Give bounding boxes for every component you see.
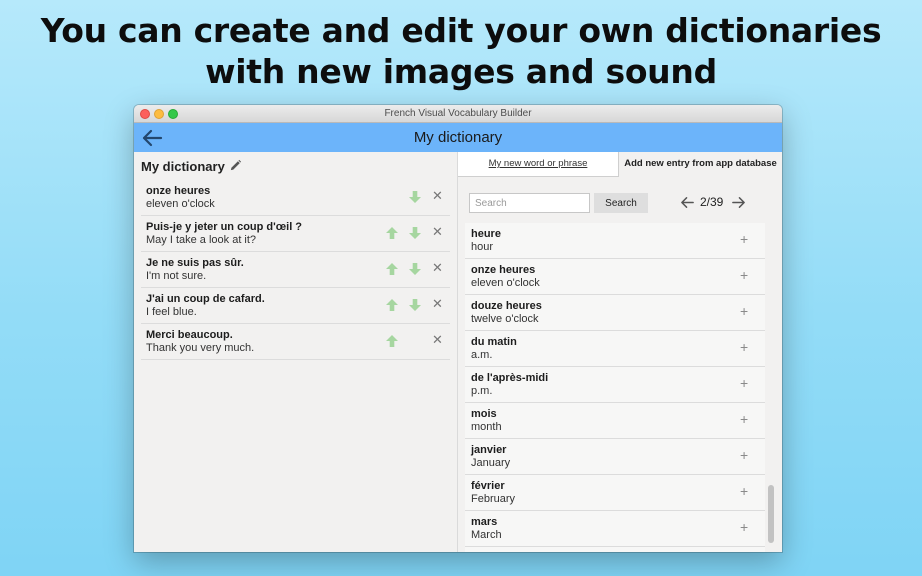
window-titlebar: French Visual Vocabulary Builder bbox=[134, 105, 782, 123]
add-entry-plus-icon[interactable]: + bbox=[740, 339, 748, 355]
dictionary-entry[interactable]: Merci beaucoup. Thank you very much. ✕ bbox=[141, 324, 450, 360]
dictionary-entry[interactable]: Puis-je y jeter un coup d'œil ? May I tak… bbox=[141, 216, 450, 252]
tab-app-database[interactable]: Add new entry from app database bbox=[619, 152, 782, 177]
dictionary-entry-list: onze heures eleven o'clock ✕ Puis-je y jete… bbox=[141, 180, 450, 360]
headline-line-2: with new images and sound bbox=[205, 52, 717, 91]
result-translation: eleven o'clock bbox=[471, 277, 540, 289]
result-translation: January bbox=[471, 457, 511, 469]
add-entry-panel: My new word or phrase Add new entry from… bbox=[458, 152, 782, 552]
zoom-window-button[interactable] bbox=[168, 109, 178, 119]
search-input[interactable] bbox=[469, 193, 590, 213]
result-translation: a.m. bbox=[471, 349, 493, 361]
page-indicator: 2/39 bbox=[700, 195, 724, 209]
move-down-arrow-icon[interactable] bbox=[408, 226, 422, 240]
result-word: douze heures bbox=[471, 300, 542, 312]
result-translation: March bbox=[471, 529, 502, 541]
close-window-button[interactable] bbox=[140, 109, 150, 119]
back-arrow-icon[interactable] bbox=[140, 126, 164, 150]
result-row[interactable]: douze heures twelve o'clock + bbox=[465, 295, 765, 331]
dictionary-entry[interactable]: Je ne suis pas sûr. I'm not sure. ✕ bbox=[141, 252, 450, 288]
result-word: mois bbox=[471, 408, 497, 420]
tab-new-word[interactable]: My new word or phrase bbox=[458, 152, 619, 177]
result-word: heure bbox=[471, 228, 501, 240]
dictionary-entry[interactable]: onze heures eleven o'clock ✕ bbox=[141, 180, 450, 216]
add-entry-plus-icon[interactable]: + bbox=[740, 447, 748, 463]
result-row[interactable]: mars March + bbox=[465, 511, 765, 547]
entry-word: Puis-je y jeter un coup d'œil ? bbox=[146, 221, 303, 233]
move-down-arrow-icon[interactable] bbox=[408, 190, 422, 204]
move-down-arrow-icon[interactable] bbox=[408, 298, 422, 312]
move-up-arrow-icon[interactable] bbox=[385, 262, 399, 276]
add-entry-plus-icon[interactable]: + bbox=[740, 303, 748, 319]
entry-word: Je ne suis pas sûr. bbox=[146, 257, 244, 269]
minimize-window-button[interactable] bbox=[154, 109, 164, 119]
add-entry-plus-icon[interactable]: + bbox=[740, 483, 748, 499]
entry-translation: I'm not sure. bbox=[146, 270, 207, 282]
remove-entry-icon[interactable]: ✕ bbox=[432, 297, 443, 311]
app-window: French Visual Vocabulary Builder My dict… bbox=[134, 105, 782, 552]
search-button[interactable]: Search bbox=[594, 193, 648, 213]
entry-word: onze heures bbox=[146, 185, 211, 197]
header-title: My dictionary bbox=[413, 129, 503, 146]
result-row[interactable]: heure hour + bbox=[465, 223, 765, 259]
add-entry-plus-icon[interactable]: + bbox=[740, 519, 748, 535]
result-row[interactable]: janvier January + bbox=[465, 439, 765, 475]
entry-word: J'ai un coup de cafard. bbox=[146, 293, 265, 305]
edit-pencil-icon[interactable] bbox=[229, 159, 242, 172]
result-word: du matin bbox=[471, 336, 517, 348]
add-entry-plus-icon[interactable]: + bbox=[740, 267, 748, 283]
result-row[interactable]: mois month + bbox=[465, 403, 765, 439]
dictionary-entry[interactable]: J'ai un coup de cafard. I feel blue. ✕ bbox=[141, 288, 450, 324]
move-up-arrow-icon[interactable] bbox=[385, 226, 399, 240]
result-row[interactable]: du matin a.m. + bbox=[465, 331, 765, 367]
entry-word: Merci beaucoup. bbox=[146, 329, 233, 341]
promo-headline: You can create and edit your own diction… bbox=[0, 10, 922, 92]
result-translation: February bbox=[471, 493, 516, 505]
result-translation: month bbox=[471, 421, 502, 433]
remove-entry-icon[interactable]: ✕ bbox=[432, 225, 443, 239]
move-up-arrow-icon[interactable] bbox=[385, 298, 399, 312]
result-word: février bbox=[471, 480, 505, 492]
scrollbar-thumb[interactable] bbox=[768, 485, 774, 543]
result-word: janvier bbox=[471, 444, 507, 456]
result-row[interactable]: onze heures eleven o'clock + bbox=[465, 259, 765, 295]
result-word: mars bbox=[471, 516, 498, 528]
entry-translation: Thank you very much. bbox=[146, 342, 255, 354]
remove-entry-icon[interactable]: ✕ bbox=[432, 261, 443, 275]
remove-entry-icon[interactable]: ✕ bbox=[432, 333, 443, 347]
add-entry-plus-icon[interactable]: + bbox=[740, 375, 748, 391]
my-dictionary-panel: My dictionary onze heures eleven o'clock ✕… bbox=[134, 152, 457, 552]
add-entry-plus-icon[interactable]: + bbox=[740, 411, 748, 427]
remove-entry-icon[interactable]: ✕ bbox=[432, 189, 443, 203]
result-row[interactable]: de l'après-midi p.m. + bbox=[465, 367, 765, 403]
result-translation: p.m. bbox=[471, 385, 493, 397]
window-title: French Visual Vocabulary Builder bbox=[384, 108, 532, 119]
entry-translation: May I take a look at it? bbox=[146, 234, 257, 246]
previous-page-icon[interactable] bbox=[680, 195, 695, 210]
next-page-icon[interactable] bbox=[731, 195, 746, 210]
add-entry-plus-icon[interactable]: + bbox=[740, 231, 748, 247]
entry-translation: eleven o'clock bbox=[146, 198, 215, 210]
dictionary-title: My dictionary bbox=[141, 159, 225, 174]
app-header: My dictionary bbox=[134, 123, 782, 152]
result-word: onze heures bbox=[471, 264, 536, 276]
entry-translation: I feel blue. bbox=[146, 306, 197, 318]
results-scrollbar[interactable] bbox=[767, 223, 776, 552]
result-word: de l'après-midi bbox=[471, 372, 549, 384]
result-translation: twelve o'clock bbox=[471, 313, 539, 325]
database-results-list: heure hour + onze heures eleven o'clock + douz… bbox=[465, 223, 765, 552]
headline-line-1: You can create and edit your own diction… bbox=[40, 11, 882, 50]
move-down-arrow-icon[interactable] bbox=[408, 262, 422, 276]
result-row[interactable]: février February + bbox=[465, 475, 765, 511]
result-translation: hour bbox=[471, 241, 494, 253]
move-up-arrow-icon[interactable] bbox=[385, 334, 399, 348]
